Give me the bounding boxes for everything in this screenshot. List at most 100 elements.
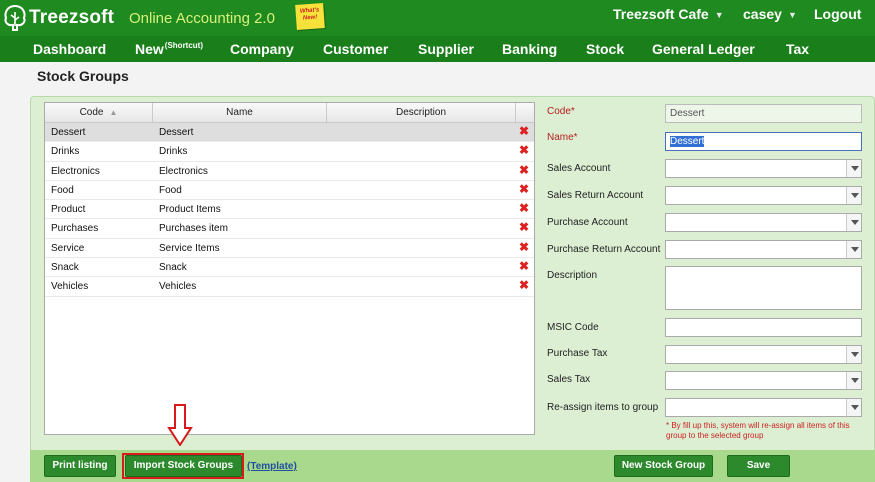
cell-name: Electronics bbox=[159, 165, 208, 177]
delete-icon[interactable]: ✖ bbox=[519, 163, 529, 177]
user-name: casey bbox=[743, 6, 782, 22]
nav-banking[interactable]: Banking bbox=[502, 41, 557, 57]
code-field[interactable]: Dessert bbox=[665, 104, 862, 123]
nav-dashboard[interactable]: Dashboard bbox=[33, 41, 106, 57]
arrow-down-icon bbox=[167, 404, 193, 446]
name-label: Name* bbox=[547, 132, 578, 143]
cell-code: Electronics bbox=[51, 165, 100, 177]
sales-tax-select[interactable] bbox=[665, 371, 862, 390]
cell-name: Food bbox=[159, 184, 182, 196]
highlight-box bbox=[122, 453, 244, 479]
chevron-down-icon bbox=[846, 346, 861, 363]
column-header-label: Code bbox=[79, 107, 104, 118]
purchase-account-select[interactable] bbox=[665, 213, 862, 232]
brand-logo[interactable]: Treezsoft bbox=[2, 4, 114, 32]
cell-code: Snack bbox=[51, 262, 79, 274]
purchase-tax-label: Purchase Tax bbox=[547, 348, 608, 359]
delete-icon[interactable]: ✖ bbox=[519, 182, 529, 196]
cell-name: Dessert bbox=[159, 127, 194, 138]
sales-account-label: Sales Account bbox=[547, 163, 611, 174]
name-field[interactable]: Dessert bbox=[665, 132, 862, 151]
name-field-value: Dessert bbox=[670, 136, 705, 147]
nav-supplier[interactable]: Supplier bbox=[418, 41, 474, 57]
cell-code: Food bbox=[51, 184, 74, 196]
table-row[interactable]: Vehicles Vehicles ✖ bbox=[45, 277, 534, 297]
chevron-down-icon bbox=[846, 160, 861, 177]
brand-name: Treezsoft bbox=[29, 7, 115, 28]
cell-code: Dessert bbox=[51, 127, 86, 138]
page-title: Stock Groups bbox=[37, 68, 129, 84]
column-header-code[interactable]: Code ▲ bbox=[45, 103, 153, 122]
purchase-return-account-select[interactable] bbox=[665, 240, 862, 259]
main-nav: Dashboard New(Shortcut) Company Customer… bbox=[0, 36, 875, 62]
reassign-group-select[interactable] bbox=[665, 398, 862, 417]
whats-new-sticker[interactable]: What's New! bbox=[295, 3, 325, 30]
cell-name: Snack bbox=[159, 262, 187, 274]
column-header-name[interactable]: Name bbox=[153, 103, 327, 122]
reassign-note: * By fill up this, system will re-assign… bbox=[666, 421, 850, 440]
save-button[interactable]: Save bbox=[727, 455, 790, 477]
cell-name: Purchases item bbox=[159, 223, 228, 235]
cell-code: Service bbox=[51, 242, 85, 254]
delete-icon[interactable]: ✖ bbox=[519, 220, 529, 234]
table-row[interactable]: Dessert Dessert ✖ bbox=[45, 123, 534, 143]
delete-icon[interactable]: ✖ bbox=[519, 124, 529, 138]
cell-name: Vehicles bbox=[159, 281, 197, 293]
nav-company[interactable]: Company bbox=[230, 41, 294, 57]
chevron-down-icon: ▼ bbox=[714, 10, 724, 20]
cell-name: Drinks bbox=[159, 146, 188, 158]
delete-icon[interactable]: ✖ bbox=[519, 259, 529, 273]
chevron-down-icon bbox=[846, 372, 861, 389]
nav-general-ledger[interactable]: General Ledger bbox=[652, 41, 755, 57]
company-menu[interactable]: Treezsoft Cafe ▼ bbox=[613, 6, 724, 22]
template-link[interactable]: (Template) bbox=[247, 461, 297, 472]
nav-new-label: New bbox=[135, 41, 164, 57]
code-label: Code* bbox=[547, 106, 575, 117]
user-menu[interactable]: casey ▼ bbox=[743, 6, 797, 22]
chevron-down-icon bbox=[846, 241, 861, 258]
chevron-down-icon bbox=[846, 214, 861, 231]
sales-account-select[interactable] bbox=[665, 159, 862, 178]
table-row[interactable]: Drinks Drinks ✖ bbox=[45, 142, 534, 162]
table-row[interactable]: Service Service Items ✖ bbox=[45, 239, 534, 259]
delete-icon[interactable]: ✖ bbox=[519, 201, 529, 215]
sales-return-account-label: Sales Return Account bbox=[547, 190, 644, 201]
nav-stock[interactable]: Stock bbox=[586, 41, 624, 57]
description-label: Description bbox=[547, 270, 598, 281]
table-row[interactable]: Product Product Items ✖ bbox=[45, 200, 534, 220]
top-header: Treezsoft Online Accounting 2.0 What's N… bbox=[0, 0, 875, 36]
sales-tax-label: Sales Tax bbox=[547, 374, 591, 385]
delete-icon[interactable]: ✖ bbox=[519, 278, 529, 292]
stock-groups-grid: Code ▲ Name Description Dessert Dessert ✖ Dr… bbox=[44, 102, 535, 435]
sort-asc-icon: ▲ bbox=[109, 108, 118, 117]
chevron-down-icon: ▼ bbox=[787, 10, 797, 20]
grid-body: Dessert Dessert ✖ Drinks Drinks ✖ Electronics E… bbox=[45, 123, 534, 297]
table-row[interactable]: Purchases Purchases item ✖ bbox=[45, 219, 534, 239]
nav-new-shortcut: (Shortcut) bbox=[164, 41, 204, 50]
msic-code-label: MSIC Code bbox=[547, 322, 599, 333]
sales-return-account-select[interactable] bbox=[665, 186, 862, 205]
delete-icon[interactable]: ✖ bbox=[519, 143, 529, 157]
column-header-description[interactable]: Description bbox=[327, 103, 516, 122]
grid-header: Code ▲ Name Description bbox=[45, 103, 534, 123]
print-listing-button[interactable]: Print listing bbox=[44, 455, 116, 477]
purchase-tax-select[interactable] bbox=[665, 345, 862, 364]
new-stock-group-button[interactable]: New Stock Group bbox=[614, 455, 713, 477]
table-row[interactable]: Electronics Electronics ✖ bbox=[45, 162, 534, 181]
msic-code-field[interactable] bbox=[665, 318, 862, 337]
table-row[interactable]: Food Food ✖ bbox=[45, 181, 534, 201]
description-textarea[interactable] bbox=[665, 266, 862, 310]
chevron-down-icon bbox=[846, 399, 861, 416]
tagline: Online Accounting 2.0 bbox=[129, 10, 275, 27]
cell-code: Purchases bbox=[51, 223, 99, 235]
column-header-actions bbox=[516, 103, 534, 122]
logout-link[interactable]: Logout bbox=[814, 6, 861, 22]
cell-name: Product Items bbox=[159, 204, 221, 216]
nav-new[interactable]: New(Shortcut) bbox=[135, 41, 203, 57]
nav-tax[interactable]: Tax bbox=[786, 41, 809, 57]
cell-code: Product bbox=[51, 204, 86, 216]
nav-customer[interactable]: Customer bbox=[323, 41, 388, 57]
table-row[interactable]: Snack Snack ✖ bbox=[45, 258, 534, 278]
cell-code: Drinks bbox=[51, 146, 80, 158]
delete-icon[interactable]: ✖ bbox=[519, 240, 529, 254]
